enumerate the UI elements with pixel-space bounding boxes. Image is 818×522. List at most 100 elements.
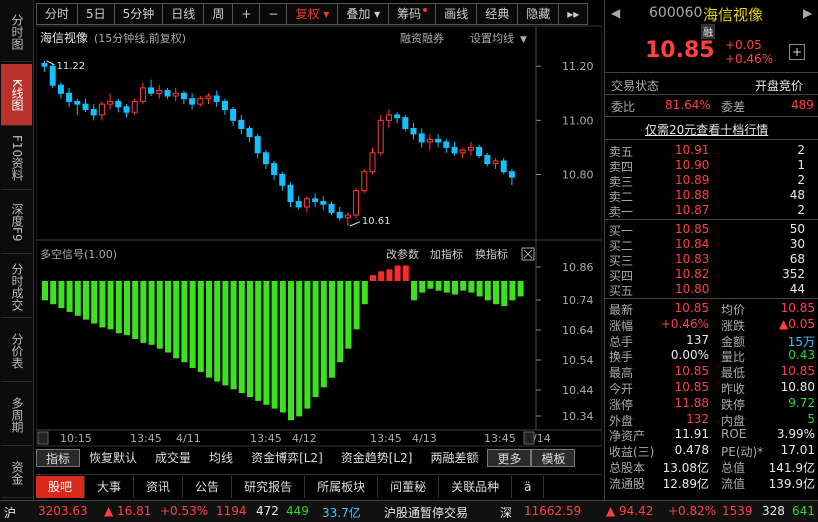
tab-news[interactable]: 资讯 [134,475,184,498]
indicator-title: 多空信号(1.00) [40,247,117,261]
stat-row[interactable]: 最新 10.85 均价 10.85 [605,301,818,317]
stat-label: 总股本 [609,461,646,475]
candle-body [156,90,163,94]
signal-bar [460,281,467,291]
ask-row[interactable]: 卖二 10.88 48 [605,188,818,204]
stat-row[interactable]: 净资产 11.91 ROE 3.99% [605,427,818,443]
nav-funds[interactable]: 资金 [1,448,32,498]
margin-trading-link[interactable]: 融资融券 [400,31,444,45]
signal-bar [468,281,475,293]
trade-state-label: 交易状态 [611,79,660,93]
add-indicator-button[interactable]: 加指标 [430,247,463,261]
stat-label: 最新 [609,303,634,317]
tab-ask-board[interactable]: 问董秘 [378,475,440,498]
tab-overflow[interactable]: ä [512,475,545,498]
level10-link[interactable]: 仅需20元查看十档行情 [645,121,768,138]
nav-kline[interactable]: K线图 [1,64,32,126]
tab-indicator[interactable]: 指标 [36,449,81,467]
signal-bar [329,281,335,378]
stat-label: 内盘 [721,413,746,428]
tab-research[interactable]: 研究报告 [232,475,306,498]
ma-settings-link[interactable]: 设置均线 [470,31,514,45]
change-indicator-button[interactable]: 换指标 [475,247,508,261]
price-ticks: 11.20 11.00 10.80 [536,60,594,181]
stat-value: 9.72 [788,395,815,410]
nav-multi-period[interactable]: 多周期 [1,384,32,446]
stat-label: 今开 [609,382,634,396]
ask-row[interactable]: 卖一 10.87 2 [605,203,818,219]
tab-template[interactable]: 模板 [531,449,576,467]
stat-row[interactable]: 外盘 132 内盘 5 [605,411,818,428]
sz-down-count: 641 [792,504,815,518]
connect-message[interactable]: 沪股通暂停交易 [384,504,468,521]
signal-bar [370,275,376,281]
sh-volume: 33.7亿 [322,506,361,520]
bid-row[interactable]: 买四 10.82 352 [605,267,818,283]
sz-up-count: 328 [762,504,785,518]
tab-reset[interactable]: 恢复默认 [80,449,146,467]
stat-row[interactable]: 涨幅 +0.46% 涨跌 ▲0.05 [605,317,818,333]
tab-events[interactable]: 大事 [85,475,135,498]
tab-sectors[interactable]: 所属板块 [305,475,379,498]
scroll-right-icon[interactable] [523,431,535,445]
bid-row[interactable]: 买三 10.83 68 [605,252,818,268]
nav-depth[interactable]: 深度F9 [1,192,32,254]
tab-volume[interactable]: 成交量 [146,449,200,467]
tab-ma[interactable]: 均线 [200,449,242,467]
tab-fund-trend[interactable]: 资金趋势[L2] [332,449,422,467]
nav-timeshare[interactable]: 分时图 [1,2,32,62]
bid-row[interactable]: 买二 10.84 30 [605,237,818,253]
stat-row[interactable]: 今开 10.85 昨收 10.80 [605,380,818,396]
edit-params-button[interactable]: 改参数 [386,247,419,261]
signal-bar [238,281,245,394]
sh-pct: +0.53% [160,504,209,518]
add-favorite-icon[interactable]: + [789,44,805,60]
tab-guba[interactable]: 股吧 [36,475,86,498]
next-arrow-icon[interactable]: ▶ [803,6,812,20]
stat-row[interactable]: 总手 137 金额 15万 [605,333,818,349]
stat-value: 0.43 [788,348,815,363]
ask-row[interactable]: 卖五 10.91 2 [605,143,818,159]
candle-body [66,92,73,102]
ask-volume: 2 [797,173,805,187]
tab-more[interactable]: 更多 [487,449,532,467]
stat-row[interactable]: 最高 10.85 最低 10.85 [605,364,818,380]
stat-label: 涨停 [609,397,634,412]
ask-volume: 1 [797,158,805,172]
bid-row[interactable]: 买五 10.80 44 [605,282,818,298]
candle-body [180,92,187,100]
low-pointer [349,221,361,227]
signal-bar [517,281,524,297]
ask-row[interactable]: 卖三 10.89 2 [605,173,818,189]
scroll-left-icon[interactable] [37,431,49,445]
tab-fund-game[interactable]: 资金博弈[L2] [242,449,332,467]
signal-bar [156,281,163,349]
nav-price-table[interactable]: 分价表 [1,320,32,382]
prev-arrow-icon[interactable]: ◀ [611,6,620,20]
kline-chart[interactable]: 海信视像 (15分钟线,前复权) 融资融券 设置均线 ▼ 多空信号(1.00) … [36,0,602,500]
bid-row[interactable]: 买一 10.85 50 [605,222,818,238]
stat-row[interactable]: 总股本 13.08亿 总值 141.9亿 [605,459,818,475]
ask-row[interactable]: 卖四 10.90 1 [605,158,818,174]
candle-body [131,100,138,113]
signal-bar [263,281,270,405]
tab-margin-diff[interactable]: 两融差额 [421,449,487,467]
candle-body [205,95,212,100]
tab-related[interactable]: 关联品种 [439,475,513,498]
nav-ticks[interactable]: 分时成交 [1,256,32,318]
indicator-tick-label: 10.74 [562,294,594,307]
ask-price: 10.88 [675,188,710,202]
signal-bar [320,281,327,388]
candle-body [238,119,245,129]
tab-announce[interactable]: 公告 [183,475,233,498]
stat-row[interactable]: 涨停 11.88 跌停 9.72 [605,395,818,412]
stat-value: 17.01 [780,443,815,458]
stat-row[interactable]: 流通股 12.89亿 流值 139.9亿 [605,475,818,491]
candle-body [451,146,458,154]
stat-row[interactable]: 换手 0.00% 量比 0.43 [605,348,818,364]
stat-value: 5 [807,411,815,426]
signal-bar [181,281,188,363]
nav-f10[interactable]: F10资料 [1,128,32,190]
stat-row[interactable]: 收益(三) 0.478 PE(动)* 17.01 [605,443,818,459]
price-change-pct: +0.46% [725,52,774,66]
